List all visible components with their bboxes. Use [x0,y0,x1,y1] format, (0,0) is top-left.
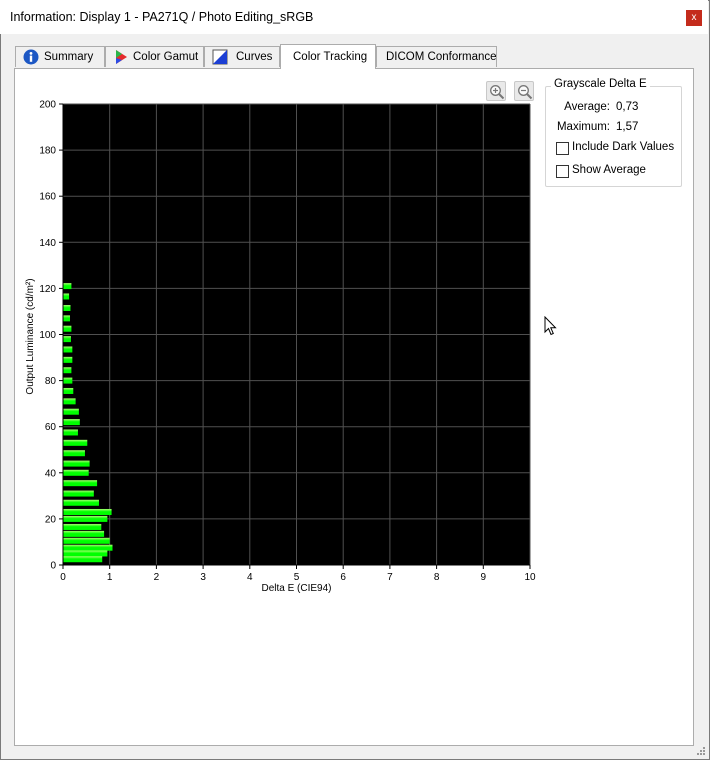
y-tick-label: 200 [39,100,56,111]
y-tick-label: 80 [45,376,57,387]
x-tick-label: 3 [200,572,206,583]
bar [63,469,89,476]
bar [63,544,113,551]
bar [63,508,112,515]
x-tick-label: 4 [247,572,253,583]
bar [63,387,74,394]
bar [63,499,99,506]
mouse-cursor-icon [544,316,557,336]
y-tick-label: 180 [39,146,56,157]
x-tick-label: 9 [481,572,487,583]
tab-color-tracking-label: Color Tracking [293,51,368,63]
y-tick-label: 0 [50,561,56,572]
x-tick-label: 8 [434,572,440,583]
bar [63,439,88,446]
bar [63,556,103,563]
resize-grip-icon[interactable] [696,746,706,756]
x-tick-label: 7 [387,572,393,583]
x-tick-label: 6 [340,572,346,583]
bar [63,460,90,467]
y-tick-label: 120 [39,284,56,295]
x-tick-label: 10 [524,572,536,583]
y-tick-label: 100 [39,330,56,341]
bar [63,490,94,497]
tab-color-tracking[interactable]: Color Tracking [280,44,376,69]
bar [63,515,108,522]
y-tick-label: 160 [39,192,56,203]
x-tick-label: 2 [154,572,160,583]
bar [63,523,102,530]
x-axis-label: Delta E (CIE94) [261,583,331,594]
bar [63,537,110,544]
bar [63,336,71,343]
delta-e-chart: 0 1 2 3 4 5 6 7 8 9 10020406080100120140160180200D… [25,100,536,595]
bar [63,408,79,415]
bar [63,550,108,557]
bar [63,530,105,537]
y-tick-label: 140 [39,238,56,249]
x-tick-label: 0 [60,572,66,583]
bar [63,325,72,332]
bar [63,293,70,300]
bar [63,450,85,457]
bar [63,429,78,436]
bar [63,346,73,353]
bar [63,480,98,487]
bar [63,315,71,322]
x-tick-label: 5 [294,572,300,583]
x-tick-label: 1 [107,572,113,583]
bar [63,304,71,311]
y-tick-label: 60 [45,422,57,433]
y-tick-label: 20 [45,514,57,525]
y-axis-label: Output Luminance (cd/m²) [25,278,36,394]
bar [63,356,73,363]
bar [63,398,76,405]
bar [63,419,80,426]
bar [63,377,73,384]
y-tick-label: 40 [45,468,57,479]
bar [63,283,72,290]
bar [63,367,72,374]
